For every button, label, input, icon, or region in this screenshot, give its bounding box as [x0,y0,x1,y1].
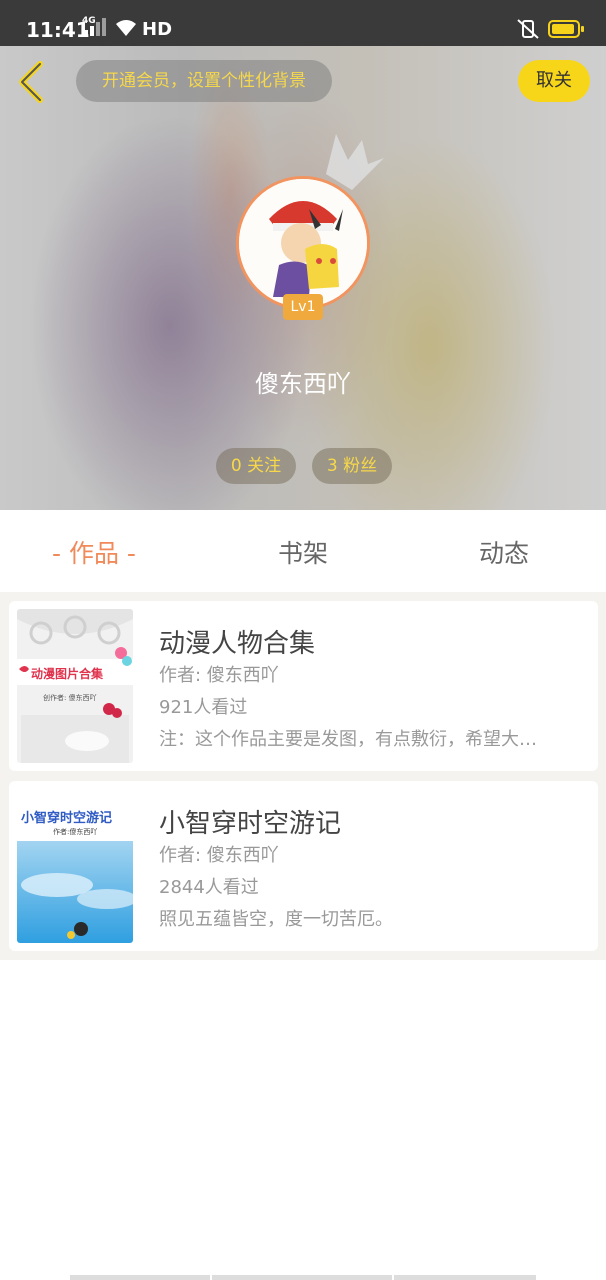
signal-icon: 4G [82,16,110,38]
unfollow-button[interactable]: 取关 [518,60,590,102]
avatar[interactable] [236,176,370,310]
hd-indicator: HD [142,19,173,40]
cover-subtitle: 作者:傻东西吖 [53,828,98,836]
work-card[interactable]: 动漫图片合集 创作者: 傻东西吖 动漫人物合集 作者: 傻东西吖 921人看过 … [9,601,598,771]
fans-count[interactable]: 3 粉丝 [312,448,392,484]
cover-title: 小智穿时空游记 [21,811,113,826]
work-description: 注：这个作品主要是发图，有点敷衍，希望大… [159,729,537,750]
work-author: 作者: 傻东西吖 [159,665,279,686]
navigation-bar[interactable] [70,1275,536,1280]
level-badge: Lv1 [283,294,323,320]
tab-dynamic[interactable]: 动态 [479,534,529,570]
status-time: 11:41 [26,18,90,42]
work-cover: 动漫图片合集 创作者: 傻东西吖 [17,609,133,763]
work-description: 照见五蕴皆空，度一切苦厄。 [159,909,393,930]
username: 傻东西吖 [255,370,351,398]
tab-works[interactable]: - 作品 - [52,534,136,570]
work-title: 动漫人物合集 [159,629,316,659]
status-bar: 11:41 4G HD [0,0,606,46]
avatar-image [239,179,367,307]
profile-tabs: - 作品 - 书架 动态 [0,510,606,592]
battery-icon [548,20,584,38]
work-author: 作者: 傻东西吖 [159,845,279,866]
cover-subtitle: 创作者: 傻东西吖 [43,694,97,702]
network-type: 4G [82,16,96,26]
wifi-icon [116,20,136,36]
work-title: 小智穿时空游记 [159,809,342,839]
work-views: 921人看过 [159,697,248,718]
vibrate-mute-icon [517,19,539,39]
following-count[interactable]: 0 关注 [216,448,296,484]
tab-bookshelf[interactable]: 书架 [278,534,328,570]
work-cover: 小智穿时空游记 作者:傻东西吖 [17,789,133,943]
vip-background-button[interactable]: 开通会员，设置个性化背景 [76,60,332,102]
profile-header: 开通会员，设置个性化背景 取关 Lv1 傻东西吖 0 关注 3 粉丝 [0,46,606,510]
back-icon[interactable] [14,60,50,104]
work-card[interactable]: 小智穿时空游记 作者:傻东西吖 小智穿时空游记 作者: 傻东西吖 2844人看过… [9,781,598,951]
work-views: 2844人看过 [159,877,259,898]
cover-title: 动漫图片合集 [31,667,104,681]
